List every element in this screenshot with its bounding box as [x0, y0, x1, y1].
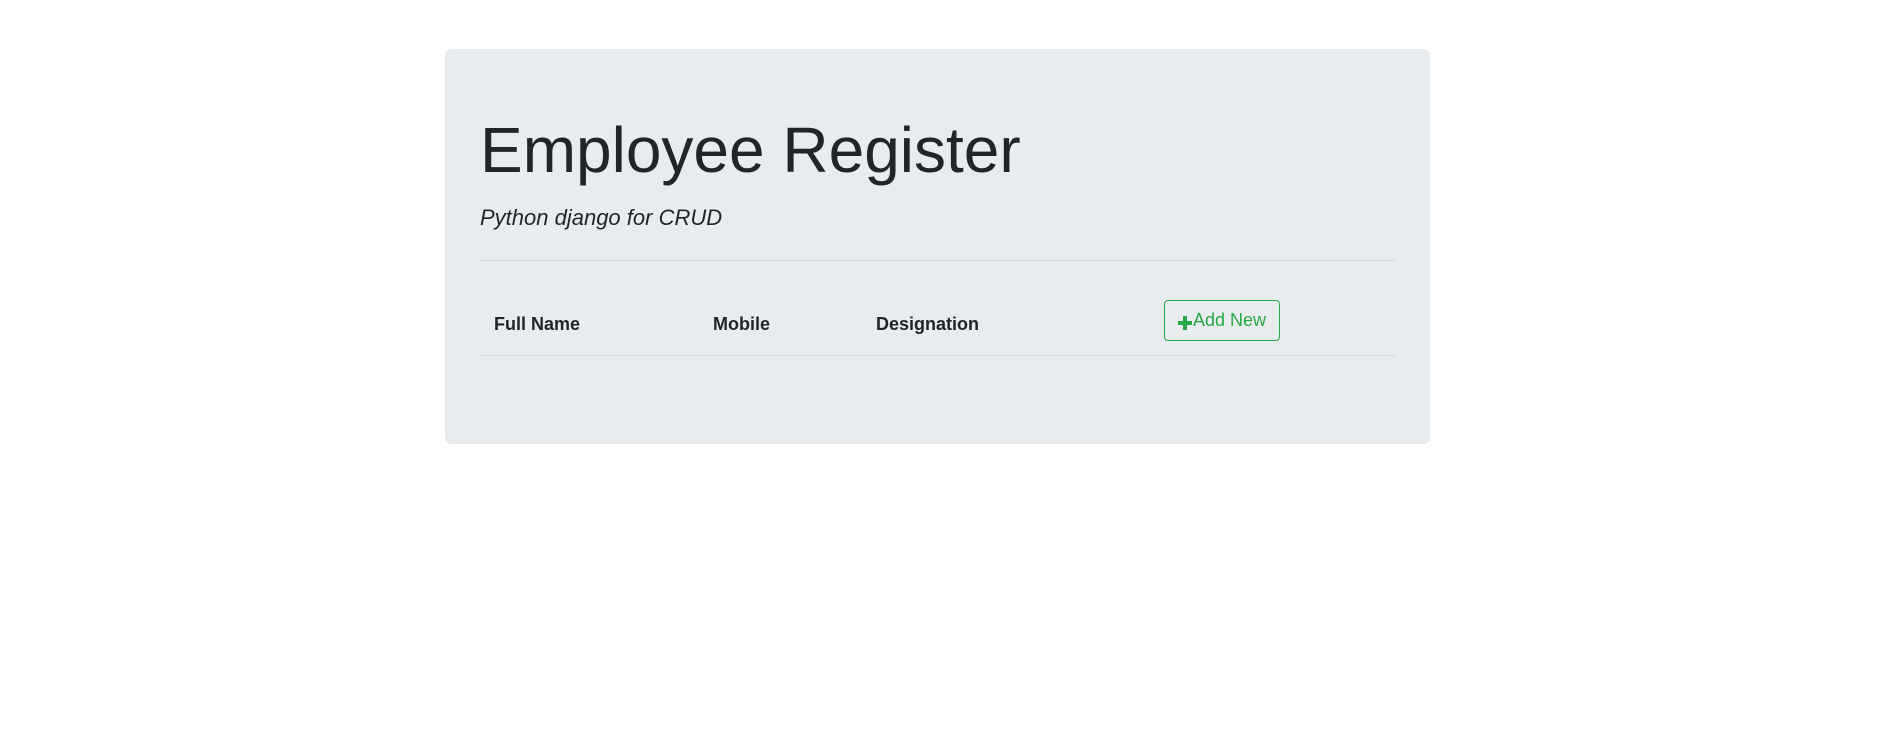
- column-header-mobile: Mobile: [713, 314, 770, 334]
- employee-table-header: Full Name Mobile Designation Add New: [480, 290, 1395, 356]
- divider: [480, 260, 1395, 261]
- add-new-button[interactable]: Add New: [1164, 300, 1281, 341]
- column-header-designation: Designation: [876, 314, 980, 334]
- page-title: Employee Register: [480, 114, 1021, 186]
- column-header-full-name: Full Name: [494, 314, 581, 334]
- plus-icon: [1178, 314, 1192, 330]
- add-new-label: Add New: [1193, 310, 1267, 330]
- jumbotron: Employee Register Python django for CRUD…: [445, 49, 1430, 444]
- page-subtitle: Python django for CRUD: [480, 205, 723, 230]
